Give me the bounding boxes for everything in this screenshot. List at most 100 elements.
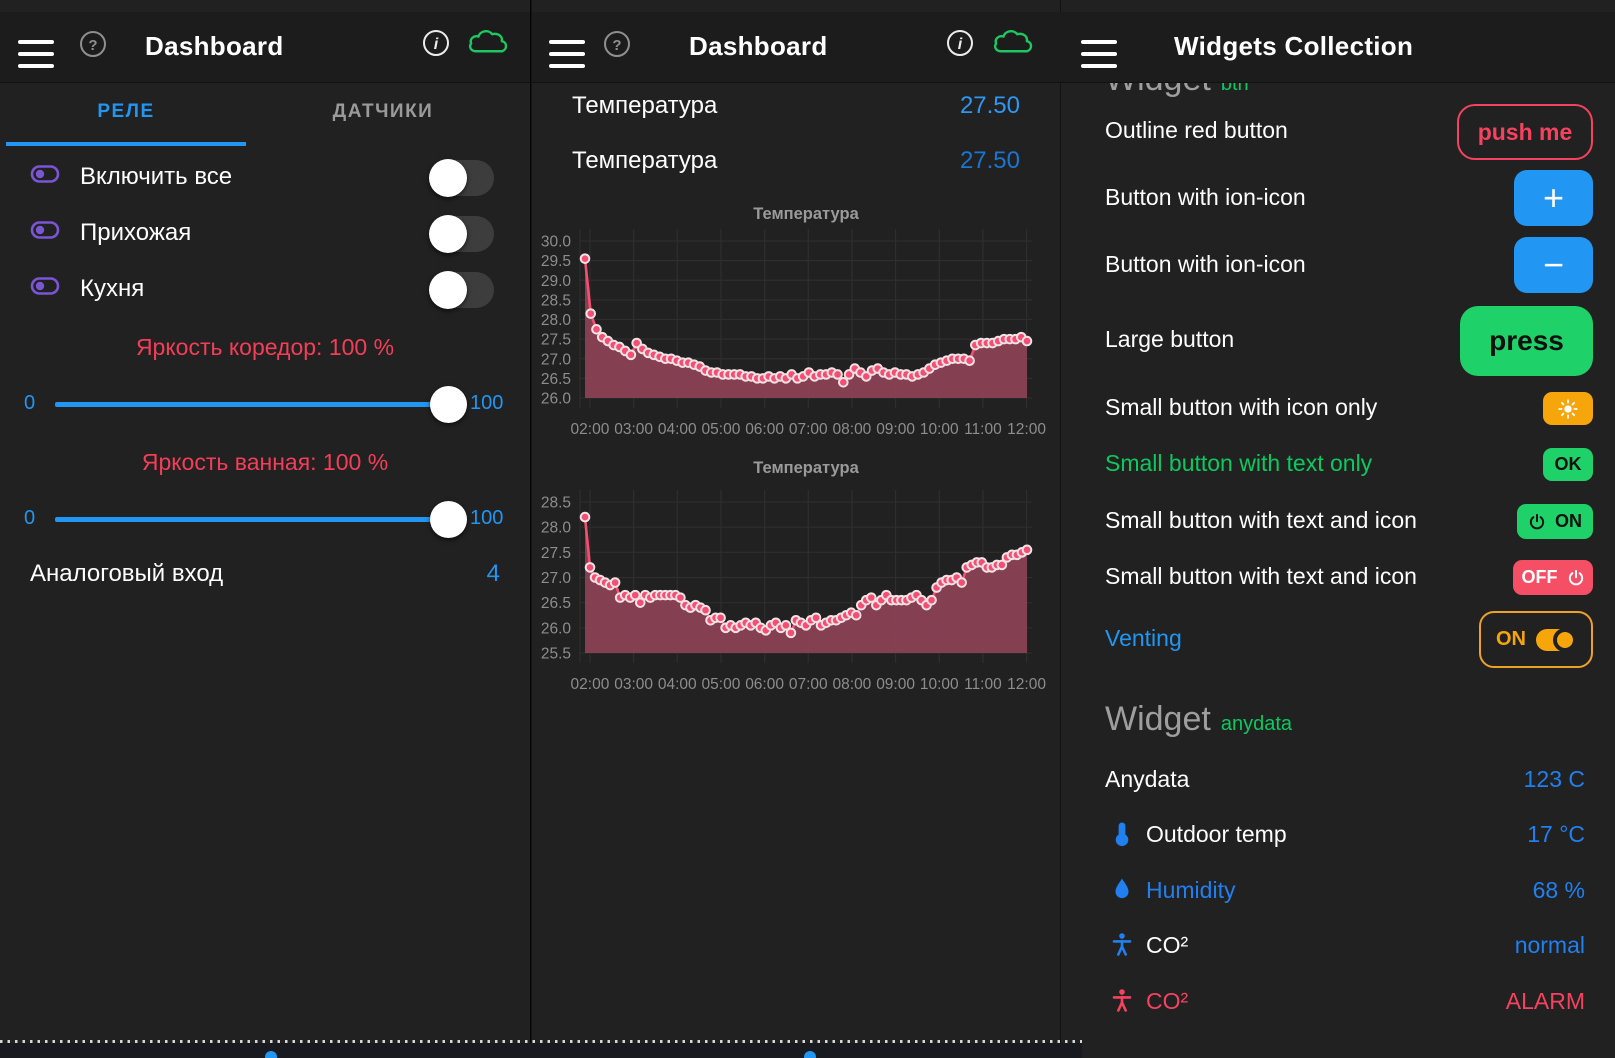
slider-track[interactable]	[55, 402, 466, 407]
slider-track[interactable]	[55, 517, 466, 522]
switch-hallway[interactable]	[430, 216, 494, 252]
analog-input-row: Аналоговый вход 4	[30, 560, 500, 596]
svg-text:07:00: 07:00	[789, 421, 828, 438]
panel-dashboard-relays: ? Dashboard i РЕЛЕ ДАТЧИКИ Включить все	[0, 0, 530, 1058]
toggle-widget-icon	[30, 164, 60, 184]
data-label: CO²	[1146, 932, 1188, 959]
row-label: Small button with text and icon	[1105, 507, 1417, 534]
thermometer-icon	[1110, 821, 1134, 847]
temperature-value: 27.50	[960, 92, 1020, 120]
temperature-label: Температура	[572, 92, 717, 120]
svg-text:02:00: 02:00	[571, 421, 610, 438]
svg-text:26.5: 26.5	[541, 595, 571, 612]
svg-text:?: ?	[88, 37, 97, 54]
button-text: ON	[1496, 628, 1526, 651]
person-icon	[1110, 932, 1134, 958]
svg-text:06:00: 06:00	[745, 676, 784, 693]
svg-text:11:00: 11:00	[964, 676, 1002, 693]
on-button[interactable]: ON	[1517, 504, 1593, 539]
data-row-co2-normal: CO² normal	[1060, 930, 1615, 964]
help-icon[interactable]: ?	[78, 29, 108, 59]
data-label: CO²	[1146, 988, 1188, 1015]
right-header: Widgets Collection	[1061, 12, 1615, 83]
slider-caption-corridor: Яркость коредор: 100 %	[0, 334, 530, 361]
press-button[interactable]: press	[1460, 306, 1593, 376]
data-value: ALARM	[1506, 988, 1585, 1015]
slider-knob[interactable]	[430, 386, 467, 423]
analog-input-value: 4	[487, 560, 500, 588]
menu-icon[interactable]	[549, 40, 585, 68]
tab-sensors[interactable]: ДАТЧИКИ	[263, 82, 503, 142]
venting-toggle-button[interactable]: ON	[1479, 611, 1593, 668]
temperature-label: Температура	[572, 147, 717, 175]
toggle-widget-icon	[30, 276, 60, 296]
svg-text:28.5: 28.5	[541, 292, 571, 309]
button-text: OFF	[1522, 567, 1558, 588]
switch-all[interactable]	[430, 160, 494, 196]
svg-text:i: i	[434, 36, 439, 53]
slider-max-label: 100	[470, 392, 503, 415]
data-value: normal	[1515, 932, 1585, 959]
svg-text:05:00: 05:00	[702, 676, 741, 693]
info-icon[interactable]: i	[421, 28, 451, 58]
off-button[interactable]: OFF	[1513, 560, 1593, 595]
row-label: Small button with text and icon	[1105, 563, 1417, 590]
temperature-row-1: Температура 27.50	[572, 92, 1020, 128]
data-row-anydata: Anydata 123 C	[1060, 764, 1615, 798]
svg-text:?: ?	[612, 37, 621, 54]
row-label: Button with ion-icon	[1105, 184, 1306, 211]
slider-min-label: 0	[24, 507, 35, 530]
svg-text:27.5: 27.5	[541, 332, 571, 349]
menu-icon[interactable]	[1081, 40, 1117, 68]
row-button-minus: Button with ion-icon −	[1060, 237, 1615, 293]
svg-text:29.0: 29.0	[541, 273, 572, 290]
svg-text:i: i	[958, 36, 963, 53]
tab-relays[interactable]: РЕЛЕ	[6, 82, 246, 142]
slider-corridor: 0 100	[0, 384, 530, 424]
widget-anydata-heading: Widgetanydata	[1105, 700, 1292, 739]
tab-bar: РЕЛЕ ДАТЧИКИ	[0, 82, 530, 146]
svg-text:11:00: 11:00	[964, 421, 1002, 438]
row-small-text-icon-on: Small button with text and icon ON	[1060, 504, 1615, 539]
info-icon[interactable]: i	[945, 28, 975, 58]
svg-text:29.5: 29.5	[541, 253, 571, 270]
menu-icon[interactable]	[18, 40, 54, 68]
mini-toggle-on	[1536, 629, 1576, 651]
data-row-co2-alarm: CO² ALARM	[1060, 986, 1615, 1020]
row-large-button: Large button press	[1060, 306, 1615, 376]
bottom-strip	[0, 1043, 1082, 1058]
row-small-text-icon-off: Small button with text and icon OFF	[1060, 560, 1615, 595]
slider-knob[interactable]	[430, 501, 467, 538]
svg-text:05:00: 05:00	[702, 421, 741, 438]
row-label: Small button with text only	[1105, 450, 1372, 477]
help-icon[interactable]: ?	[602, 29, 632, 59]
svg-text:27.5: 27.5	[541, 545, 571, 562]
cloud-connected-icon	[467, 26, 511, 60]
switch-kitchen[interactable]	[430, 272, 494, 308]
minus-button[interactable]: −	[1514, 237, 1593, 293]
svg-text:09:00: 09:00	[876, 676, 915, 693]
toggle-widget-icon	[30, 220, 60, 240]
analog-input-label: Аналоговый вход	[30, 560, 223, 588]
person-icon	[1110, 988, 1134, 1014]
svg-text:28.0: 28.0	[541, 520, 572, 537]
svg-text:28.5: 28.5	[541, 495, 571, 512]
sun-button[interactable]	[1543, 392, 1593, 425]
svg-text:09:00: 09:00	[876, 421, 915, 438]
slider-max-label: 100	[470, 507, 503, 530]
svg-text:10:00: 10:00	[920, 421, 959, 438]
ok-button[interactable]: OK	[1543, 448, 1593, 481]
power-icon	[1567, 569, 1585, 587]
row-label: Venting	[1105, 625, 1182, 652]
svg-text:08:00: 08:00	[833, 676, 872, 693]
switch-label: Включить все	[80, 163, 232, 191]
button-text: ON	[1555, 511, 1582, 532]
temperature-chart-1: 30.029.529.028.528.027.527.026.526.002:0…	[532, 195, 1061, 447]
svg-text:08:00: 08:00	[833, 421, 872, 438]
svg-text:02:00: 02:00	[571, 676, 610, 693]
push-me-button[interactable]: push me	[1457, 104, 1593, 160]
svg-text:26.0: 26.0	[541, 620, 572, 637]
data-value: 68 %	[1533, 877, 1585, 904]
slider-caption-bathroom: Яркость ванная: 100 %	[0, 449, 530, 476]
plus-button[interactable]: +	[1514, 170, 1593, 226]
